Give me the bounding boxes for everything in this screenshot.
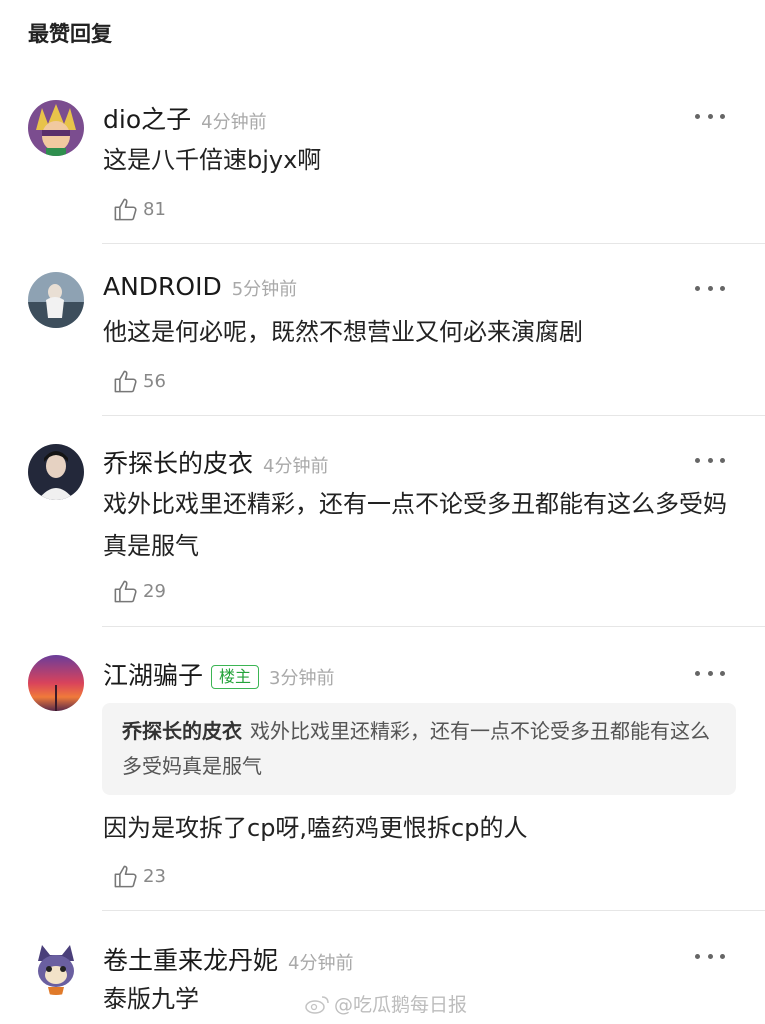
like-count: 81 [143, 199, 166, 220]
timestamp: 4分钟前 [288, 953, 354, 974]
divider [102, 626, 765, 627]
thumbs-up-icon [114, 580, 137, 603]
timestamp: 3分钟前 [269, 668, 335, 689]
watermark: @吃瓜鹅每日报 [304, 990, 467, 1017]
like-count: 29 [143, 581, 166, 602]
like-button[interactable]: 29 [112, 578, 166, 605]
cartoon-cat-avatar [28, 939, 84, 995]
figure-photo-avatar [28, 272, 84, 328]
avatar[interactable] [28, 655, 84, 711]
timestamp: 4分钟前 [263, 456, 329, 477]
like-button[interactable]: 81 [112, 196, 166, 223]
like-count: 23 [143, 866, 166, 887]
divider [102, 243, 765, 244]
thumbs-up-icon [114, 865, 137, 888]
section-title: 最赞回复 [28, 22, 112, 46]
avatar[interactable] [28, 939, 84, 995]
timestamp: 4分钟前 [201, 112, 267, 133]
watermark-text: @吃瓜鹅每日报 [333, 994, 467, 1016]
username[interactable]: dio之子 [103, 105, 191, 134]
weibo-logo-icon [305, 995, 329, 1014]
username[interactable]: 乔探长的皮衣 [103, 449, 253, 478]
sunset-sky-avatar [28, 655, 84, 711]
divider [102, 910, 765, 911]
thumbs-up-icon [114, 198, 137, 221]
like-count: 56 [143, 371, 166, 392]
username[interactable]: 卷土重来龙丹妮 [103, 946, 278, 975]
avatar[interactable] [28, 100, 84, 156]
username[interactable]: 江湖骗子 [103, 661, 203, 690]
anime-character-avatar [28, 100, 84, 156]
like-button[interactable]: 23 [112, 863, 166, 890]
timestamp: 5分钟前 [231, 279, 298, 300]
quoted-reply[interactable]: 乔探长的皮衣 戏外比戏里还精彩，还有一点不论受多丑都能有这么多受妈真是服气 [102, 703, 736, 795]
more-options-icon[interactable] [695, 450, 725, 470]
op-badge: 楼主 [211, 665, 260, 689]
comment-text: 戏外比戏里还精彩，还有一点不论受多丑都能有这么多受妈真是服气 [103, 490, 727, 560]
comment-text: 他这是何必呢，既然不想营业又何必来演腐剧 [103, 318, 583, 346]
more-options-icon[interactable] [695, 663, 725, 683]
more-options-icon[interactable] [695, 106, 725, 126]
quoted-username[interactable]: 乔探长的皮衣 [122, 719, 242, 743]
more-options-icon[interactable] [695, 946, 725, 966]
comment-text: 这是八千倍速bjyx啊 [103, 146, 322, 174]
like-button[interactable]: 56 [112, 368, 166, 395]
username[interactable]: ANDROID [103, 272, 222, 301]
divider [102, 415, 765, 416]
avatar[interactable] [28, 444, 84, 500]
person-photo-avatar [28, 444, 84, 500]
more-options-icon[interactable] [695, 278, 725, 298]
comment-text: 因为是攻拆了cp呀,嗑药鸡更恨拆cp的人 [103, 814, 528, 842]
avatar[interactable] [28, 272, 84, 328]
thumbs-up-icon [114, 370, 137, 393]
